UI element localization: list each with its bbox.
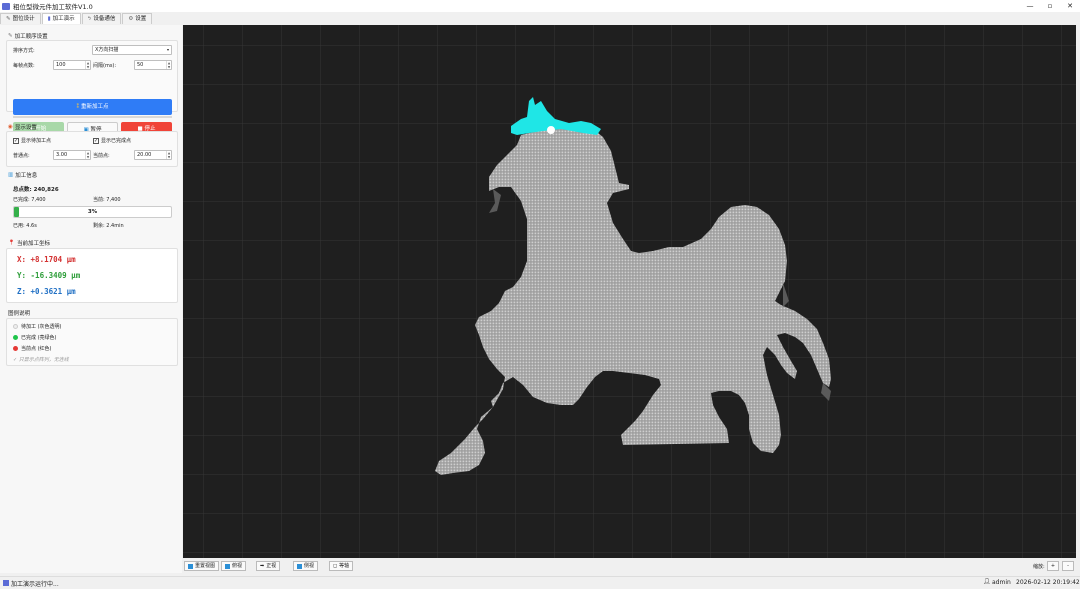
palette-icon: ◉ — [8, 124, 13, 130]
sort-label: 排序方式: — [13, 48, 35, 54]
tab-settings[interactable]: ⚙ 设置 — [122, 13, 153, 24]
top-view-icon — [225, 563, 230, 569]
coord-x: X: +8.1704 μm — [17, 255, 76, 264]
legend-completed: 已完成 (亮绿色) — [13, 334, 57, 341]
completed-dot-icon — [13, 335, 18, 340]
coord-y: Y: -16.3409 μm — [17, 271, 81, 280]
points-label: 每帧点数: — [13, 63, 35, 69]
maximize-button[interactable]: ▫ — [1040, 0, 1060, 12]
status-message: 加工演示运行中... — [11, 581, 59, 588]
coord-z: Z: +0.3621 μm — [17, 287, 76, 296]
wrench-icon: ✎ — [8, 33, 13, 39]
left-panel: ✎ 加工顺序设置 排序方式: X方向扫描 ▾ 每帧点数: 100 ▲ ▼ 间隔(ms):… — [0, 25, 182, 573]
process-info-title: ▥ 加工信息 — [8, 172, 38, 179]
current-count: 当前: 7,400 — [93, 197, 121, 203]
chart-icon: ▥ — [8, 172, 14, 178]
side-view-button[interactable]: 侧视 — [293, 561, 319, 571]
arrow-icon: ➡ — [260, 563, 265, 569]
legend-current: 当前点 (红色) — [13, 345, 52, 352]
coordinates-title: 📍︎ 当前加工坐标 — [8, 240, 50, 247]
points-per-frame-input[interactable]: 100 ▲ ▼ — [53, 60, 91, 70]
tab-device-comm[interactable]: ϟ 设备通信 — [81, 13, 122, 24]
iso-view-button[interactable]: ◻ 等轴 — [329, 561, 354, 571]
zoom-in-button[interactable]: + — [1047, 561, 1059, 571]
user-name: admin — [992, 579, 1011, 586]
minimize-button[interactable]: — — [1020, 0, 1040, 12]
chart-icon: ▮ — [47, 16, 51, 22]
spin-arrows-icon[interactable]: ▲ ▼ — [166, 151, 171, 159]
title-bar: 粗位型微元件加工软件V1.0 — ▫ ✕ — [0, 0, 1080, 12]
progress-bar: 3% — [13, 206, 172, 218]
window-title: 粗位型微元件加工软件V1.0 — [13, 3, 93, 11]
chevron-down-icon: ▾ — [166, 47, 169, 52]
zoom-out-button[interactable]: - — [1062, 561, 1074, 571]
cube-icon: ◻ — [333, 563, 338, 569]
legend-pending: 待加工 (灰色透明) — [13, 323, 62, 330]
elapsed-time: 已用: 4.6s — [13, 223, 37, 229]
plug-icon: ϟ — [87, 16, 92, 22]
reset-icon — [188, 563, 193, 569]
reset-view-button[interactable]: 重置视图 — [184, 561, 220, 571]
normal-point-label: 普通点: — [13, 153, 30, 159]
top-view-button[interactable]: 俯视 — [221, 561, 247, 571]
spin-arrows-icon[interactable]: ▲ ▼ — [85, 61, 90, 69]
spin-arrows-icon[interactable]: ▲ ▼ — [85, 151, 90, 159]
app-icon — [3, 580, 9, 586]
current-point-label: 当前点: — [93, 153, 110, 159]
interval-input[interactable]: 50 ▲ ▼ — [134, 60, 172, 70]
current-dot-icon — [13, 346, 18, 351]
tab-process-demo[interactable]: ▮ 加工演示 — [41, 13, 81, 24]
show-done-checkbox[interactable]: ✓ 显示已完成点 — [93, 137, 131, 144]
zoom-label: 缩放: — [1033, 564, 1045, 570]
close-button[interactable]: ✕ — [1060, 0, 1080, 12]
status-bar: 加工演示运行中... 👤︎ admin 2026-02-12 20:19:42 — [0, 576, 1080, 589]
total-points: 总点数: 240,826 — [13, 187, 59, 193]
legend-note: ✓ 只显示点阵列，无连线 — [13, 357, 69, 363]
sort-select[interactable]: X方向扫描 ▾ — [92, 45, 172, 55]
datetime: 2026-02-12 20:19:42 — [1016, 579, 1080, 586]
pin-icon: 📍︎ — [8, 240, 15, 246]
divider — [13, 116, 172, 118]
tab-bar: ✎ 图位设计 ▮ 加工演示 ϟ 设备通信 ⚙ 设置 — [0, 13, 153, 24]
remaining-time: 剩余: 2.4min — [93, 223, 124, 229]
point-cloud-view[interactable] — [183, 25, 1076, 558]
completed-count: 已完成: 7,400 — [13, 197, 46, 203]
app-icon — [2, 2, 10, 10]
render-canvas[interactable] — [183, 25, 1076, 558]
view-toolbar: 重置视图 俯视 ➡ 正视 侧视 ◻ 等轴 缩放: + - — [183, 559, 1080, 573]
front-view-button[interactable]: ➡ 正视 — [256, 561, 281, 571]
user-icon: 👤︎ — [983, 578, 991, 585]
show-pending-checkbox[interactable]: ✓ 显示待加工点 — [13, 137, 51, 144]
checkbox-checked-icon: ✓ — [93, 137, 99, 144]
tab-design[interactable]: ✎ 图位设计 — [0, 13, 41, 24]
ruler-icon: ✎ — [6, 16, 11, 22]
process-settings-title: ✎ 加工顺序设置 — [8, 33, 48, 40]
legend-title: 图例说明 — [8, 311, 31, 317]
spin-arrows-icon[interactable]: ▲ ▼ — [166, 61, 171, 69]
regenerate-points-button[interactable]: ⁑ 重新加工点 — [13, 99, 172, 115]
side-view-icon — [297, 563, 302, 569]
gear-icon: ⚙ — [128, 16, 134, 22]
current-point-size-input[interactable]: 20.00 ▲ ▼ — [134, 150, 172, 160]
normal-point-size-input[interactable]: 3.00 ▲ ▼ — [53, 150, 91, 160]
current-point-marker — [547, 126, 555, 134]
progress-percent: 3% — [87, 209, 98, 215]
checkbox-checked-icon: ✓ — [13, 137, 19, 144]
pending-dot-icon — [13, 324, 18, 329]
interval-label: 间隔(ms): — [93, 63, 117, 69]
display-settings-title: ◉ 显示设置 — [8, 124, 37, 131]
